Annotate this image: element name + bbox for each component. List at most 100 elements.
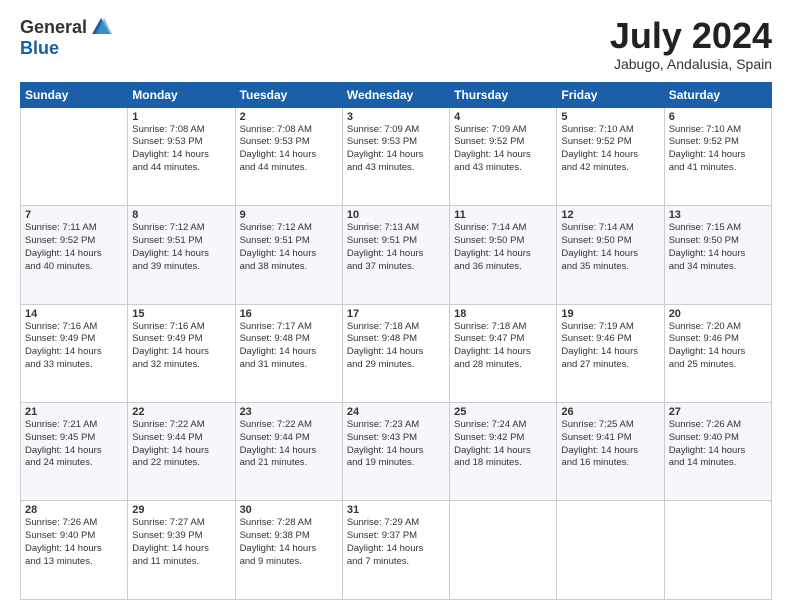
- cell-line: Sunset: 9:44 PM: [240, 432, 338, 445]
- cell-line: Daylight: 14 hours: [669, 248, 767, 261]
- day-number: 17: [347, 308, 445, 320]
- day-number: 5: [561, 111, 659, 123]
- cell-line: Daylight: 14 hours: [454, 248, 552, 261]
- cell-line: and 35 minutes.: [561, 261, 659, 274]
- calendar-cell: [557, 501, 664, 600]
- cell-line: and 32 minutes.: [132, 359, 230, 372]
- day-number: 25: [454, 406, 552, 418]
- cell-line: Daylight: 14 hours: [132, 445, 230, 458]
- cell-line: Sunset: 9:52 PM: [561, 136, 659, 149]
- calendar-cell: 7Sunrise: 7:11 AMSunset: 9:52 PMDaylight…: [21, 206, 128, 304]
- cell-line: Daylight: 14 hours: [25, 248, 123, 261]
- calendar-day-header: Monday: [128, 82, 235, 107]
- cell-line: Sunset: 9:46 PM: [669, 333, 767, 346]
- cell-line: Daylight: 14 hours: [347, 346, 445, 359]
- calendar-cell: 22Sunrise: 7:22 AMSunset: 9:44 PMDayligh…: [128, 403, 235, 501]
- logo-blue-text: Blue: [20, 38, 59, 59]
- cell-line: Sunrise: 7:15 AM: [669, 222, 767, 235]
- cell-line: and 43 minutes.: [454, 162, 552, 175]
- logo-general-text: General: [20, 17, 87, 38]
- calendar-cell: 1Sunrise: 7:08 AMSunset: 9:53 PMDaylight…: [128, 107, 235, 205]
- day-number: 22: [132, 406, 230, 418]
- cell-line: Sunset: 9:53 PM: [132, 136, 230, 149]
- calendar-week-row: 28Sunrise: 7:26 AMSunset: 9:40 PMDayligh…: [21, 501, 772, 600]
- calendar-day-header: Wednesday: [342, 82, 449, 107]
- calendar-cell: 28Sunrise: 7:26 AMSunset: 9:40 PMDayligh…: [21, 501, 128, 600]
- cell-line: Sunrise: 7:29 AM: [347, 517, 445, 530]
- calendar-cell: 18Sunrise: 7:18 AMSunset: 9:47 PMDayligh…: [450, 304, 557, 402]
- day-number: 3: [347, 111, 445, 123]
- calendar-cell: 6Sunrise: 7:10 AMSunset: 9:52 PMDaylight…: [664, 107, 771, 205]
- cell-line: Sunset: 9:44 PM: [132, 432, 230, 445]
- cell-line: Sunrise: 7:14 AM: [561, 222, 659, 235]
- cell-line: Sunset: 9:39 PM: [132, 530, 230, 543]
- cell-line: Sunrise: 7:26 AM: [669, 419, 767, 432]
- cell-line: Sunset: 9:46 PM: [561, 333, 659, 346]
- cell-line: Sunrise: 7:18 AM: [454, 321, 552, 334]
- cell-line: Daylight: 14 hours: [561, 445, 659, 458]
- calendar-week-row: 1Sunrise: 7:08 AMSunset: 9:53 PMDaylight…: [21, 107, 772, 205]
- day-number: 27: [669, 406, 767, 418]
- calendar-week-row: 21Sunrise: 7:21 AMSunset: 9:45 PMDayligh…: [21, 403, 772, 501]
- day-number: 20: [669, 308, 767, 320]
- calendar-week-row: 14Sunrise: 7:16 AMSunset: 9:49 PMDayligh…: [21, 304, 772, 402]
- cell-line: Sunset: 9:40 PM: [669, 432, 767, 445]
- cell-line: and 34 minutes.: [669, 261, 767, 274]
- calendar-cell: 23Sunrise: 7:22 AMSunset: 9:44 PMDayligh…: [235, 403, 342, 501]
- cell-line: Daylight: 14 hours: [240, 248, 338, 261]
- cell-line: Daylight: 14 hours: [669, 445, 767, 458]
- main-title: July 2024: [610, 16, 772, 56]
- cell-line: and 41 minutes.: [669, 162, 767, 175]
- cell-line: Daylight: 14 hours: [240, 346, 338, 359]
- cell-line: Daylight: 14 hours: [240, 445, 338, 458]
- cell-line: Daylight: 14 hours: [25, 543, 123, 556]
- cell-line: Daylight: 14 hours: [454, 346, 552, 359]
- cell-line: and 7 minutes.: [347, 556, 445, 569]
- cell-line: Sunrise: 7:20 AM: [669, 321, 767, 334]
- calendar-cell: 5Sunrise: 7:10 AMSunset: 9:52 PMDaylight…: [557, 107, 664, 205]
- header: General Blue July 2024 Jabugo, Andalusia…: [20, 16, 772, 72]
- day-number: 11: [454, 209, 552, 221]
- day-number: 21: [25, 406, 123, 418]
- calendar-cell: 14Sunrise: 7:16 AMSunset: 9:49 PMDayligh…: [21, 304, 128, 402]
- calendar-day-header: Thursday: [450, 82, 557, 107]
- cell-line: Sunrise: 7:10 AM: [561, 124, 659, 137]
- cell-line: Sunrise: 7:11 AM: [25, 222, 123, 235]
- day-number: 18: [454, 308, 552, 320]
- day-number: 10: [347, 209, 445, 221]
- day-number: 13: [669, 209, 767, 221]
- calendar-cell: 29Sunrise: 7:27 AMSunset: 9:39 PMDayligh…: [128, 501, 235, 600]
- cell-line: Sunset: 9:47 PM: [454, 333, 552, 346]
- day-number: 31: [347, 504, 445, 516]
- logo-icon: [90, 16, 112, 38]
- cell-line: Sunset: 9:50 PM: [669, 235, 767, 248]
- cell-line: Sunrise: 7:16 AM: [25, 321, 123, 334]
- cell-line: Daylight: 14 hours: [132, 346, 230, 359]
- calendar-cell: 25Sunrise: 7:24 AMSunset: 9:42 PMDayligh…: [450, 403, 557, 501]
- cell-line: and 37 minutes.: [347, 261, 445, 274]
- logo: General Blue: [20, 16, 112, 59]
- cell-line: Daylight: 14 hours: [132, 149, 230, 162]
- calendar-cell: 16Sunrise: 7:17 AMSunset: 9:48 PMDayligh…: [235, 304, 342, 402]
- day-number: 24: [347, 406, 445, 418]
- day-number: 15: [132, 308, 230, 320]
- calendar-cell: 8Sunrise: 7:12 AMSunset: 9:51 PMDaylight…: [128, 206, 235, 304]
- calendar-cell: 4Sunrise: 7:09 AMSunset: 9:52 PMDaylight…: [450, 107, 557, 205]
- title-block: July 2024 Jabugo, Andalusia, Spain: [610, 16, 772, 72]
- page: General Blue July 2024 Jabugo, Andalusia…: [0, 0, 792, 612]
- cell-line: Sunrise: 7:23 AM: [347, 419, 445, 432]
- calendar-day-header: Tuesday: [235, 82, 342, 107]
- cell-line: Sunrise: 7:18 AM: [347, 321, 445, 334]
- cell-line: and 42 minutes.: [561, 162, 659, 175]
- calendar-cell: 20Sunrise: 7:20 AMSunset: 9:46 PMDayligh…: [664, 304, 771, 402]
- cell-line: Sunrise: 7:12 AM: [132, 222, 230, 235]
- cell-line: Daylight: 14 hours: [561, 346, 659, 359]
- calendar-cell: 9Sunrise: 7:12 AMSunset: 9:51 PMDaylight…: [235, 206, 342, 304]
- cell-line: Sunrise: 7:13 AM: [347, 222, 445, 235]
- calendar-cell: 24Sunrise: 7:23 AMSunset: 9:43 PMDayligh…: [342, 403, 449, 501]
- cell-line: Sunrise: 7:17 AM: [240, 321, 338, 334]
- cell-line: Daylight: 14 hours: [25, 445, 123, 458]
- cell-line: and 9 minutes.: [240, 556, 338, 569]
- cell-line: Sunset: 9:49 PM: [25, 333, 123, 346]
- cell-line: and 29 minutes.: [347, 359, 445, 372]
